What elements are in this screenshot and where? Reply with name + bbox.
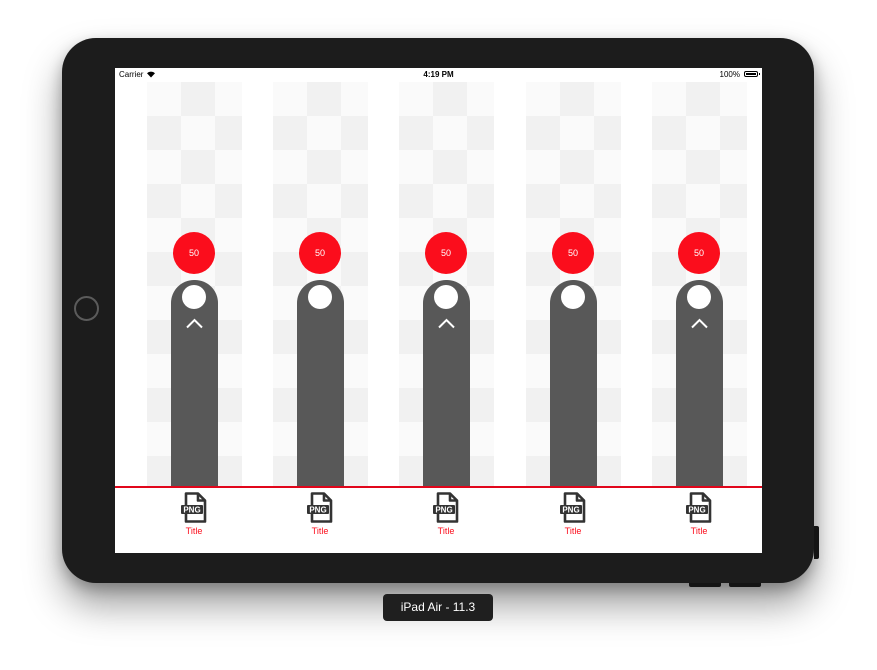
simulator-device-label: iPad Air - 11.3 [383,594,493,621]
svg-text:PNG: PNG [435,506,452,515]
svg-text:PNG: PNG [309,506,326,515]
volume-down-button [729,583,761,587]
tab-title: Title [564,526,582,536]
tab-item[interactable]: PNG Title [416,492,476,548]
chevron-up-icon [438,318,455,329]
tab-bar-divider [115,486,762,488]
battery-icon [744,71,760,77]
slider-value-badge: 50 [173,232,215,274]
volume-up-button [689,583,721,587]
slider-column: 50 [147,82,242,486]
slider-track[interactable] [676,280,723,486]
slider-knob[interactable] [434,285,458,309]
chevron-up-icon [691,318,708,329]
status-time: 4:19 PM [423,70,454,79]
svg-text:PNG: PNG [562,506,579,515]
slider-column: 50 [273,82,368,486]
battery-percent: 100% [719,70,740,79]
home-button[interactable] [74,296,99,321]
tab-title: Title [437,526,455,536]
power-button [814,526,819,559]
slider-track[interactable] [423,280,470,486]
tab-item[interactable]: PNG Title [164,492,224,548]
slider-value-badge: 50 [299,232,341,274]
app-screen: Carrier 4:19 PM 100% 50 50 50 50 50 PNG … [115,68,762,553]
svg-text:PNG: PNG [183,506,200,515]
slider-column: 50 [526,82,621,486]
slider-knob[interactable] [308,285,332,309]
png-file-icon: PNG [307,492,333,523]
png-file-icon: PNG [686,492,712,523]
png-file-icon: PNG [433,492,459,523]
slider-column: 50 [652,82,747,486]
slider-column: 50 [399,82,494,486]
slider-track[interactable] [550,280,597,486]
slider-track[interactable] [171,280,218,486]
tab-item[interactable]: PNG Title [290,492,350,548]
tab-title: Title [185,526,203,536]
ipad-device-frame: Carrier 4:19 PM 100% 50 50 50 50 50 PNG … [62,38,819,587]
slider-value-badge: 50 [552,232,594,274]
svg-text:PNG: PNG [688,506,705,515]
tab-item[interactable]: PNG Title [669,492,729,548]
png-file-icon: PNG [560,492,586,523]
tab-item[interactable]: PNG Title [543,492,603,548]
slider-value-badge: 50 [425,232,467,274]
tab-title: Title [690,526,708,536]
slider-value-badge: 50 [678,232,720,274]
slider-knob[interactable] [687,285,711,309]
png-file-icon: PNG [181,492,207,523]
chevron-up-icon [186,318,203,329]
tab-title: Title [311,526,329,536]
slider-knob[interactable] [561,285,585,309]
status-bar: Carrier 4:19 PM 100% [115,68,762,82]
slider-knob[interactable] [182,285,206,309]
slider-track[interactable] [297,280,344,486]
